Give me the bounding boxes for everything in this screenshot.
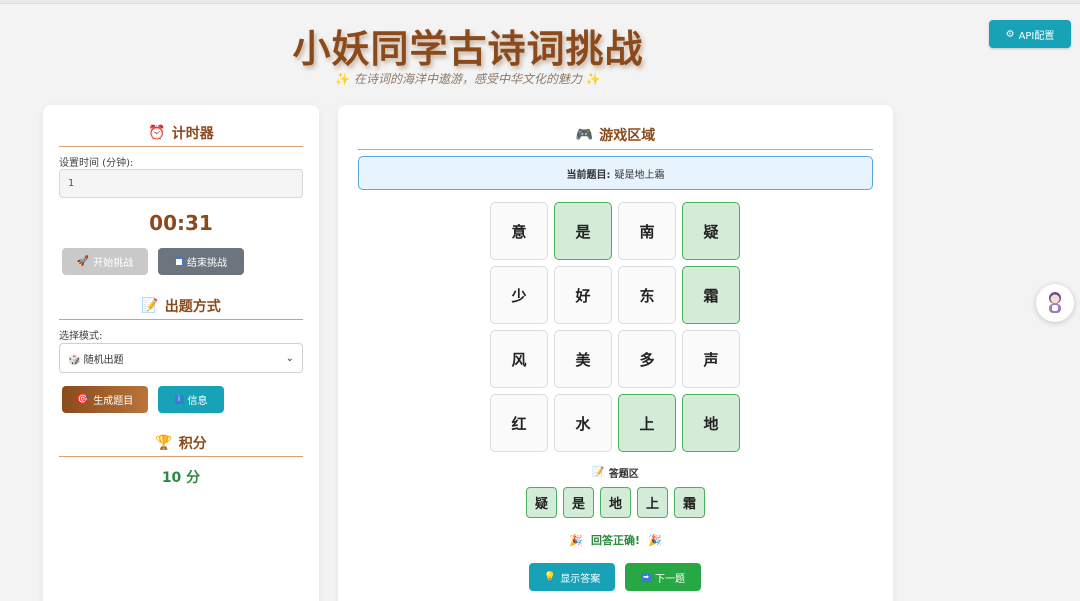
trophy-icon: 🏆 bbox=[155, 435, 173, 451]
grid-cell[interactable]: 南 bbox=[618, 202, 676, 260]
answer-area-label: 答题区 bbox=[608, 469, 639, 480]
grid-cell[interactable]: 意 bbox=[490, 202, 548, 260]
memo-icon: 📝 bbox=[141, 298, 159, 314]
grid-cell[interactable]: 风 bbox=[490, 330, 548, 388]
target-icon: 🎯 bbox=[76, 394, 90, 405]
end-challenge-button[interactable]: 结束挑战 bbox=[158, 248, 244, 275]
grid-cell[interactable]: 多 bbox=[618, 330, 676, 388]
page-title: 小妖同学古诗词挑战 bbox=[292, 27, 644, 71]
mode-heading-text: 出题方式 bbox=[164, 299, 221, 315]
question-text: 疑是地上霜 bbox=[614, 169, 665, 181]
end-challenge-label: 结束挑战 bbox=[187, 258, 227, 269]
mode-heading: 📝 出题方式 bbox=[59, 296, 303, 320]
result-text: 回答正确! bbox=[590, 534, 641, 547]
party-popper-icon: 🎉 bbox=[648, 533, 662, 547]
character-grid: 意是南疑少好东霜风美多声红水上地 bbox=[490, 202, 740, 452]
select-mode-label: 选择模式: bbox=[59, 331, 103, 342]
game-panel: 🎮 游戏区域 当前题目: 疑是地上霜 意是南疑少好东霜风美多声红水上地 📝 答题… bbox=[338, 105, 893, 601]
grid-cell[interactable]: 水 bbox=[554, 394, 612, 452]
api-config-button[interactable]: ⚙ API配置 bbox=[989, 20, 1071, 48]
next-question-button[interactable]: ➡ 下一题 bbox=[625, 563, 701, 591]
control-panel: ⏰ 计时器 设置时间 (分钟): 1 00:31 🚀 开始挑战 结束挑战 📝 出… bbox=[43, 105, 319, 601]
info-button[interactable]: i 信息 bbox=[158, 386, 224, 413]
sparkle-icon: ✨ bbox=[585, 72, 601, 86]
answer-slot[interactable]: 疑 bbox=[526, 487, 557, 518]
generate-question-label: 生成题目 bbox=[93, 396, 134, 407]
grid-cell[interactable]: 好 bbox=[554, 266, 612, 324]
game-heading: 🎮 游戏区域 bbox=[358, 125, 873, 150]
grid-cell[interactable]: 东 bbox=[618, 266, 676, 324]
dice-icon: 🎲 bbox=[68, 354, 81, 366]
answer-slot[interactable]: 地 bbox=[600, 487, 631, 518]
answer-slots: 疑是地上霜 bbox=[358, 487, 873, 518]
assistant-avatar-icon bbox=[1049, 292, 1061, 313]
generate-question-button[interactable]: 🎯 生成题目 bbox=[62, 386, 148, 413]
set-time-input[interactable]: 1 bbox=[59, 169, 303, 198]
info-label: 信息 bbox=[187, 396, 208, 407]
top-border bbox=[0, 0, 1080, 4]
set-time-label: 设置时间 (分钟): bbox=[59, 158, 134, 169]
api-config-label: API配置 bbox=[1018, 30, 1055, 42]
alarm-clock-icon: ⏰ bbox=[148, 125, 166, 141]
grid-cell[interactable]: 地 bbox=[682, 394, 740, 452]
grid-cell[interactable]: 红 bbox=[490, 394, 548, 452]
selected-mode-text: 随机出题 bbox=[83, 354, 124, 366]
current-question: 当前题目: 疑是地上霜 bbox=[358, 156, 873, 190]
set-time-value: 1 bbox=[68, 178, 75, 189]
question-label: 当前题目: bbox=[566, 169, 611, 181]
start-challenge-button[interactable]: 🚀 开始挑战 bbox=[62, 248, 148, 275]
answer-slot[interactable]: 霜 bbox=[674, 487, 705, 518]
mode-select[interactable]: 🎲 随机出题 ⌄ bbox=[59, 343, 303, 373]
countdown-display: 00:31 bbox=[149, 211, 213, 235]
stop-icon bbox=[175, 257, 183, 266]
timer-heading-text: 计时器 bbox=[171, 126, 214, 142]
chevron-down-icon: ⌄ bbox=[285, 352, 294, 364]
arrow-right-icon: ➡ bbox=[641, 572, 651, 582]
gear-icon: ⚙ bbox=[1005, 28, 1015, 40]
gamepad-icon: 🎮 bbox=[575, 127, 594, 143]
grid-cell[interactable]: 是 bbox=[554, 202, 612, 260]
info-icon: i bbox=[174, 395, 184, 404]
score-value: 10 分 bbox=[161, 470, 201, 486]
grid-cell[interactable]: 霜 bbox=[682, 266, 740, 324]
party-popper-icon: 🎉 bbox=[569, 533, 583, 547]
score-heading: 🏆 积分 bbox=[59, 433, 303, 457]
answer-area-heading: 📝 答题区 bbox=[358, 465, 873, 480]
assistant-avatar-button[interactable] bbox=[1036, 284, 1074, 322]
mode-select-value: 🎲 随机出题 bbox=[68, 351, 124, 366]
start-challenge-label: 开始挑战 bbox=[93, 258, 134, 269]
sparkle-icon: ✨ bbox=[335, 72, 351, 86]
subtitle-text: 在诗词的海洋中遨游，感受中华文化的魅力 bbox=[353, 72, 582, 86]
grid-cell[interactable]: 声 bbox=[682, 330, 740, 388]
answer-slot[interactable]: 上 bbox=[637, 487, 668, 518]
grid-cell[interactable]: 美 bbox=[554, 330, 612, 388]
grid-cell[interactable]: 上 bbox=[618, 394, 676, 452]
answer-slot[interactable]: 是 bbox=[563, 487, 594, 518]
page-subtitle: ✨ 在诗词的海洋中遨游，感受中华文化的魅力 ✨ bbox=[0, 70, 936, 87]
timer-heading: ⏰ 计时器 bbox=[59, 123, 303, 147]
memo-icon: 📝 bbox=[592, 467, 605, 478]
result-message: 🎉 回答正确! 🎉 bbox=[358, 532, 873, 548]
game-heading-text: 游戏区域 bbox=[599, 128, 656, 144]
next-question-label: 下一题 bbox=[655, 573, 685, 585]
lightbulb-icon: 💡 bbox=[543, 571, 557, 583]
score-heading-text: 积分 bbox=[178, 436, 207, 452]
show-answer-button[interactable]: 💡 显示答案 bbox=[529, 563, 615, 591]
rocket-icon: 🚀 bbox=[76, 256, 90, 267]
grid-cell[interactable]: 少 bbox=[490, 266, 548, 324]
grid-cell[interactable]: 疑 bbox=[682, 202, 740, 260]
show-answer-label: 显示答案 bbox=[560, 573, 601, 585]
